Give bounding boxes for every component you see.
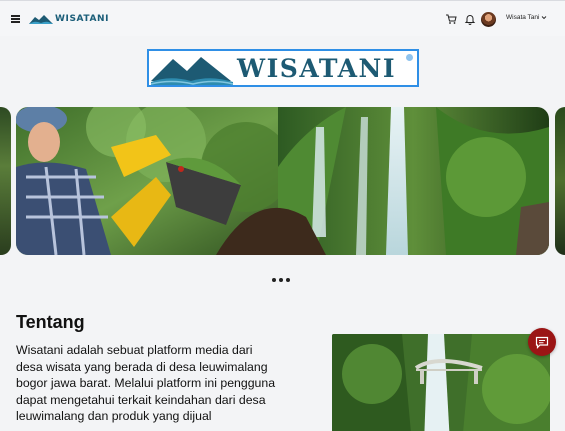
carousel-current-slide[interactable] <box>16 107 549 255</box>
carousel-dot[interactable] <box>279 278 283 282</box>
chevron-down-icon <box>542 16 547 20</box>
carousel-prev-slide[interactable] <box>0 107 11 255</box>
slide-image-farmer-waterfall <box>16 107 549 255</box>
hero-logo: WISATANI <box>147 49 419 87</box>
mountain-logo-icon <box>150 57 234 85</box>
brand-name: WISATANI <box>55 14 110 24</box>
logo-dot <box>406 54 413 61</box>
chat-button[interactable] <box>528 328 556 356</box>
bell-icon[interactable] <box>464 13 476 25</box>
hero-logo-text: WISATANI <box>237 53 397 83</box>
carousel-dot[interactable] <box>272 278 276 282</box>
carousel-next-slide[interactable] <box>555 107 565 255</box>
carousel-dots <box>272 278 290 282</box>
user-menu[interactable]: Wisata Tani <box>506 14 547 21</box>
top-navbar: WISATANI Wisata Tani <box>0 0 565 36</box>
avatar[interactable] <box>481 12 496 27</box>
about-title: Tentang <box>16 312 85 332</box>
carousel-dot[interactable] <box>286 278 290 282</box>
about-description: Wisatani adalah sebuat platform media da… <box>16 343 276 424</box>
about-image-waterfall-bridge <box>332 334 550 431</box>
cart-icon[interactable] <box>445 13 457 25</box>
mountain-logo-icon <box>29 15 53 24</box>
user-name: Wisata Tani <box>506 14 540 21</box>
hamburger-icon[interactable] <box>11 15 20 23</box>
chat-icon <box>535 336 549 349</box>
brand-logo[interactable]: WISATANI <box>29 12 111 26</box>
